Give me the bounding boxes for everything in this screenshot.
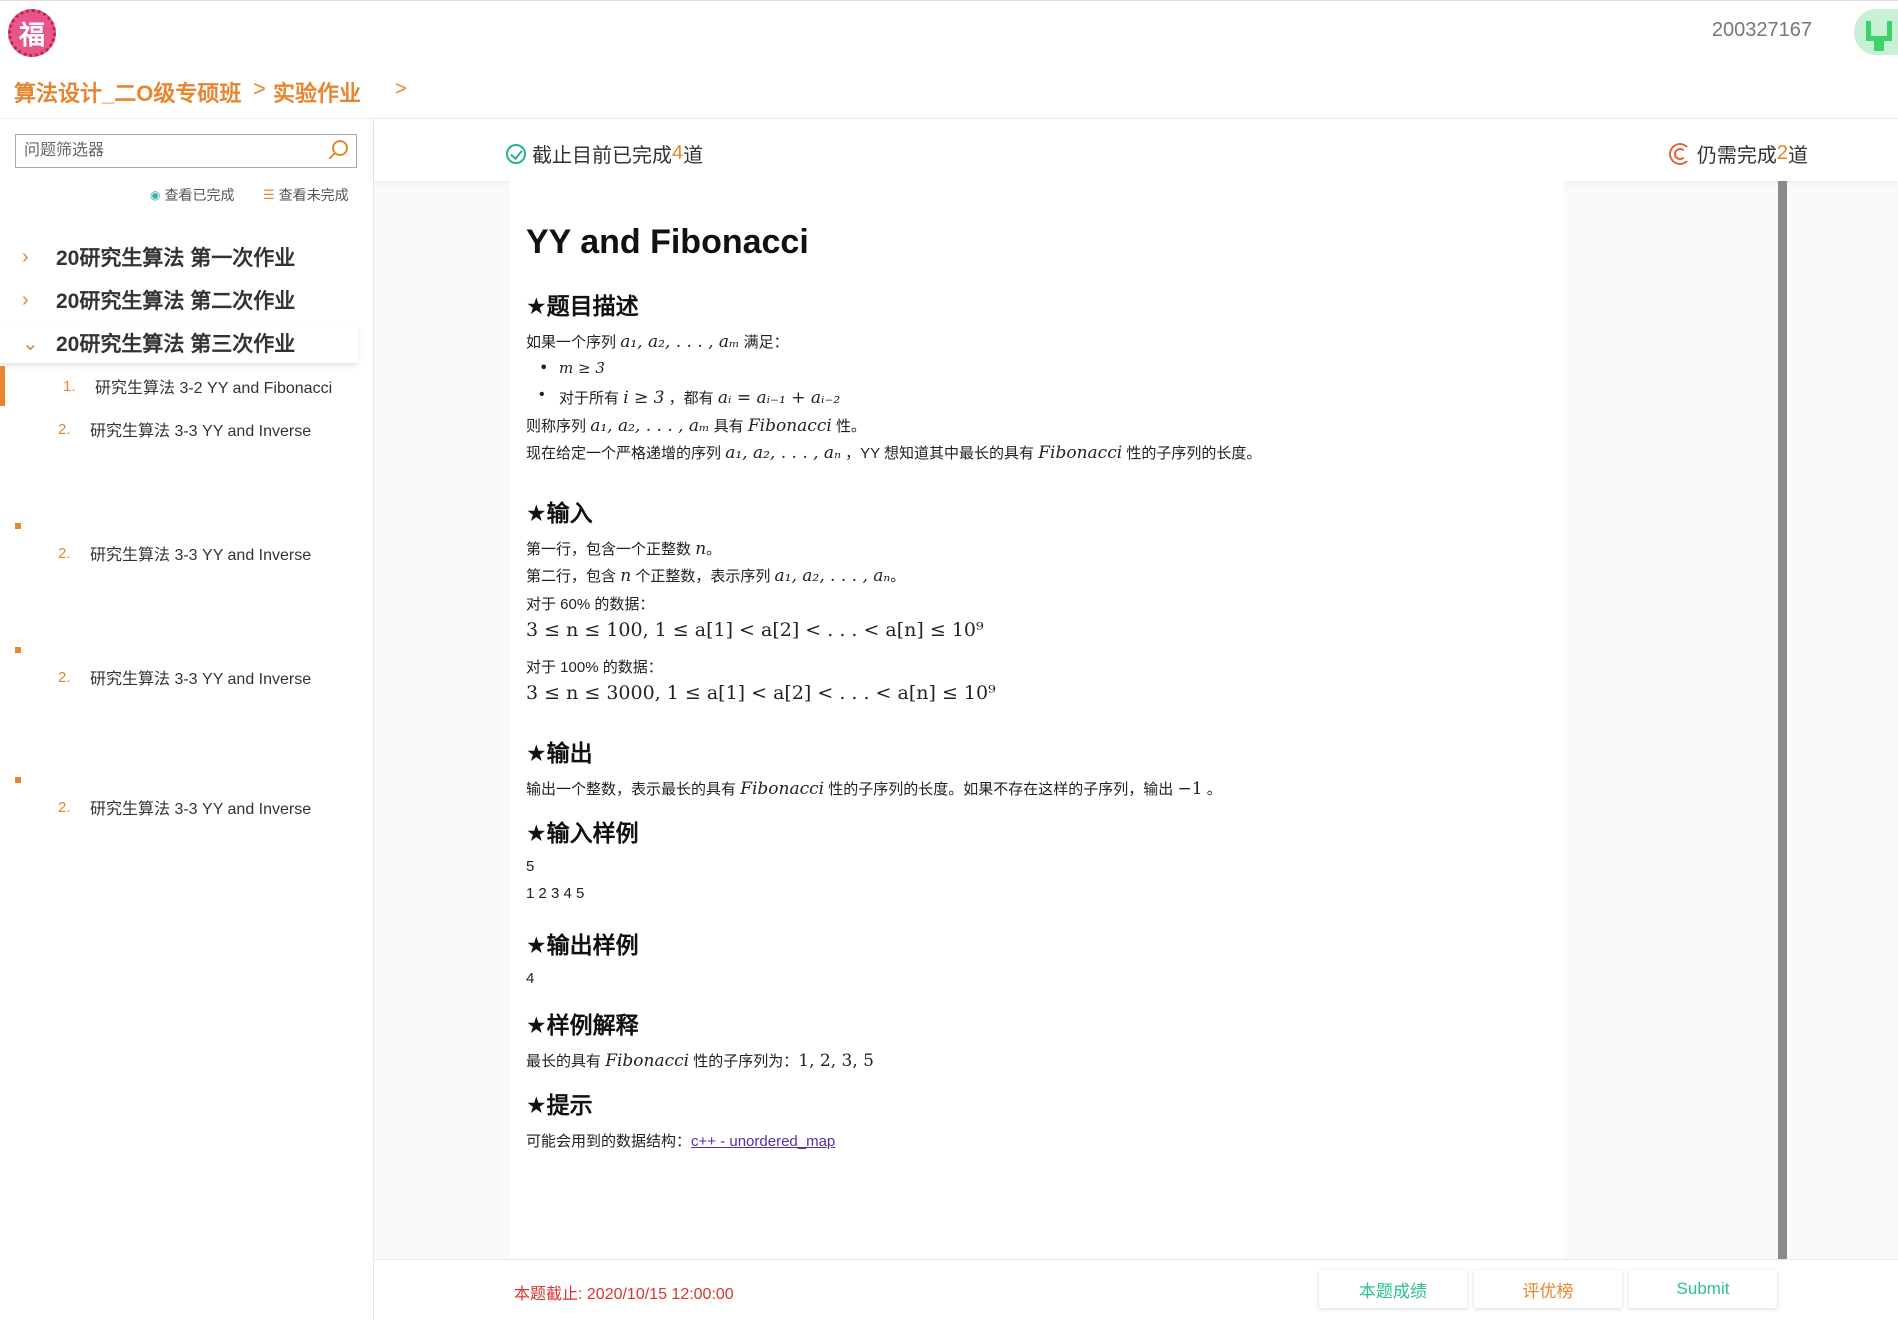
- sample-output: 4: [526, 970, 535, 987]
- problem-number: 2.: [58, 544, 71, 562]
- logo[interactable]: 福: [8, 9, 56, 57]
- chevron-right-icon[interactable]: >: [395, 78, 407, 101]
- scrollbar[interactable]: [1778, 181, 1787, 1259]
- progress-bar: 截止目前已完成 4 道 仍需完成 2 道: [374, 119, 1898, 181]
- sidebar: ◉ 查看已完成 ☰ 查看未完成 › 20研究生算法 第一次作业 › 20研究生算…: [0, 119, 374, 1320]
- problem-number: 1.: [63, 377, 76, 395]
- score-button[interactable]: 本题成绩: [1319, 1270, 1467, 1308]
- view-done-label: 查看已完成: [164, 187, 235, 203]
- problem-number: 2.: [58, 668, 71, 686]
- search-icon[interactable]: [332, 140, 348, 156]
- main-area: 截止目前已完成 4 道 仍需完成 2 道 YY and Fibonacci ★题目描述 …: [374, 119, 1898, 1321]
- avatar-icon: [1866, 21, 1892, 41]
- view-undone-label: 查看未完成: [278, 187, 349, 203]
- sample-input-1: 5: [526, 858, 535, 875]
- sidebar-group-2[interactable]: › 20研究生算法 第二次作业: [0, 280, 358, 320]
- chevron-down-icon: ⌄: [22, 332, 39, 355]
- problem-title: 研究生算法 3-3 YY and Inverse: [90, 671, 312, 688]
- heading-hint: ★提示: [526, 1092, 593, 1118]
- deadline-text: 本题截止: 2020/10/15 12:00:00: [514, 1286, 734, 1303]
- heading-sample-output: ★输出样例: [526, 932, 639, 958]
- input-line-1: 第一行，包含一个正整数 n。: [526, 539, 722, 559]
- heading-description: ★题目描述: [526, 293, 639, 319]
- problem-card: YY and Fibonacci ★题目描述 如果一个序列 a₁, a₂, . …: [509, 181, 1564, 1259]
- breadcrumb-section[interactable]: 实验作业: [273, 76, 361, 108]
- input-line-3: 对于 60% 的数据：: [526, 596, 655, 613]
- breadcrumb: 算法设计_二O级专硕班 > 实验作业 >: [0, 62, 1898, 119]
- footer-bar: 本题截止: 2020/10/15 12:00:00 本题成绩 评优榜 Submi…: [374, 1259, 1898, 1321]
- problem-title-heading: YY and Fibonacci: [526, 223, 809, 261]
- group-label: 20研究生算法 第三次作业: [56, 333, 296, 356]
- sample-input-2: 1 2 3 4 5: [526, 885, 585, 902]
- sidebar-group-3[interactable]: ⌄ 20研究生算法 第三次作业: [0, 323, 358, 363]
- group-label: 20研究生算法 第二次作业: [56, 290, 296, 313]
- problem-item[interactable]: 2. 研究生算法 3-3 YY and Inverse: [0, 787, 358, 827]
- completed-count: 4: [672, 142, 684, 164]
- problem-title: 研究生算法 3-3 YY and Inverse: [90, 801, 312, 818]
- check-circle-icon: [506, 143, 526, 164]
- desc-line-1: 如果一个序列 a₁, a₂, . . . , aₘ 满足：: [526, 332, 789, 352]
- top-bar: 福 200327167: [0, 0, 1898, 63]
- problem-title: 研究生算法 3-3 YY and Inverse: [90, 423, 312, 440]
- view-done-link[interactable]: ◉ 查看已完成: [150, 185, 234, 205]
- input-line-2: 第二行，包含 n 个正整数，表示序列 a₁, a₂, . . . , aₙ。: [526, 566, 906, 586]
- breadcrumb-separator: >: [253, 76, 266, 101]
- problem-item-active[interactable]: 1. 研究生算法 3-2 YY and Fibonacci: [0, 366, 358, 406]
- input-constraint-60: 3 ≤ n ≤ 100, 1 ≤ a[1] < a[2] < . . . < a…: [526, 619, 984, 641]
- problem-title: 研究生算法 3-2 YY and Fibonacci: [95, 380, 333, 397]
- marker-dot: [15, 777, 21, 783]
- desc-line-2: 则称序列 a₁, a₂, . . . , aₘ 具有 Fibonacci 性。: [526, 416, 866, 436]
- output-line: 输出一个整数，表示最长的具有 Fibonacci 性的子序列的长度。如果不存在这…: [526, 779, 1222, 799]
- filter-input[interactable]: [22, 135, 326, 167]
- hint-link[interactable]: c++ - unordered_map: [691, 1133, 835, 1150]
- marker-dot: [15, 523, 21, 529]
- problem-item[interactable]: 2. 研究生算法 3-3 YY and Inverse: [0, 409, 358, 449]
- leaderboard-button[interactable]: 评优榜: [1474, 1270, 1622, 1308]
- desc-line-3: 现在给定一个严格递增的序列 a₁, a₂, . . . , aₙ ，YY 想知道…: [526, 443, 1262, 463]
- heading-output: ★输出: [526, 740, 593, 766]
- heading-explanation: ★样例解释: [526, 1012, 639, 1038]
- remaining-status: 仍需完成 2 道: [1668, 139, 1808, 168]
- user-id: 200327167: [1711, 19, 1812, 41]
- marker-dot: [15, 647, 21, 653]
- hint-line: 可能会用到的数据结构：c++ - unordered_map: [526, 1133, 836, 1150]
- group-label: 20研究生算法 第一次作业: [56, 247, 296, 270]
- heading-sample-input: ★输入样例: [526, 820, 639, 846]
- submit-button[interactable]: Submit: [1629, 1270, 1777, 1308]
- explanation-line: 最长的具有 Fibonacci 性的子序列为：1, 2, 3, 5: [526, 1051, 874, 1071]
- input-line-5: 对于 100% 的数据：: [526, 659, 663, 676]
- input-constraint-100: 3 ≤ n ≤ 3000, 1 ≤ a[1] < a[2] < . . . < …: [526, 682, 996, 704]
- view-undone-link[interactable]: ☰ 查看未完成: [263, 185, 349, 205]
- list-icon: ☰: [263, 187, 275, 202]
- problem-filter: [15, 134, 357, 168]
- avatar[interactable]: [1854, 9, 1898, 55]
- chevron-right-icon: ›: [22, 245, 29, 268]
- problem-number: 2.: [58, 798, 71, 816]
- sidebar-group-1[interactable]: › 20研究生算法 第一次作业: [0, 237, 358, 277]
- completed-status: 截止目前已完成 4 道: [506, 139, 703, 168]
- problem-title: 研究生算法 3-3 YY and Inverse: [90, 547, 312, 564]
- remaining-count: 2: [1776, 142, 1788, 164]
- chevron-right-icon: ›: [22, 288, 29, 311]
- breadcrumb-course[interactable]: 算法设计_二O级专硕班: [14, 76, 241, 108]
- eye-icon: ◉: [150, 188, 161, 202]
- condition-1: m ≥ 3: [539, 358, 605, 377]
- problem-number: 2.: [58, 420, 71, 438]
- condition-2: 对于所有 i ≥ 3 ，都有 aᵢ = aᵢ₋₁ + aᵢ₋₂: [539, 386, 840, 408]
- heading-input: ★输入: [526, 500, 593, 526]
- problem-item[interactable]: 2. 研究生算法 3-3 YY and Inverse: [0, 533, 358, 573]
- target-icon: [1668, 142, 1691, 165]
- problem-item[interactable]: 2. 研究生算法 3-3 YY and Inverse: [0, 657, 358, 697]
